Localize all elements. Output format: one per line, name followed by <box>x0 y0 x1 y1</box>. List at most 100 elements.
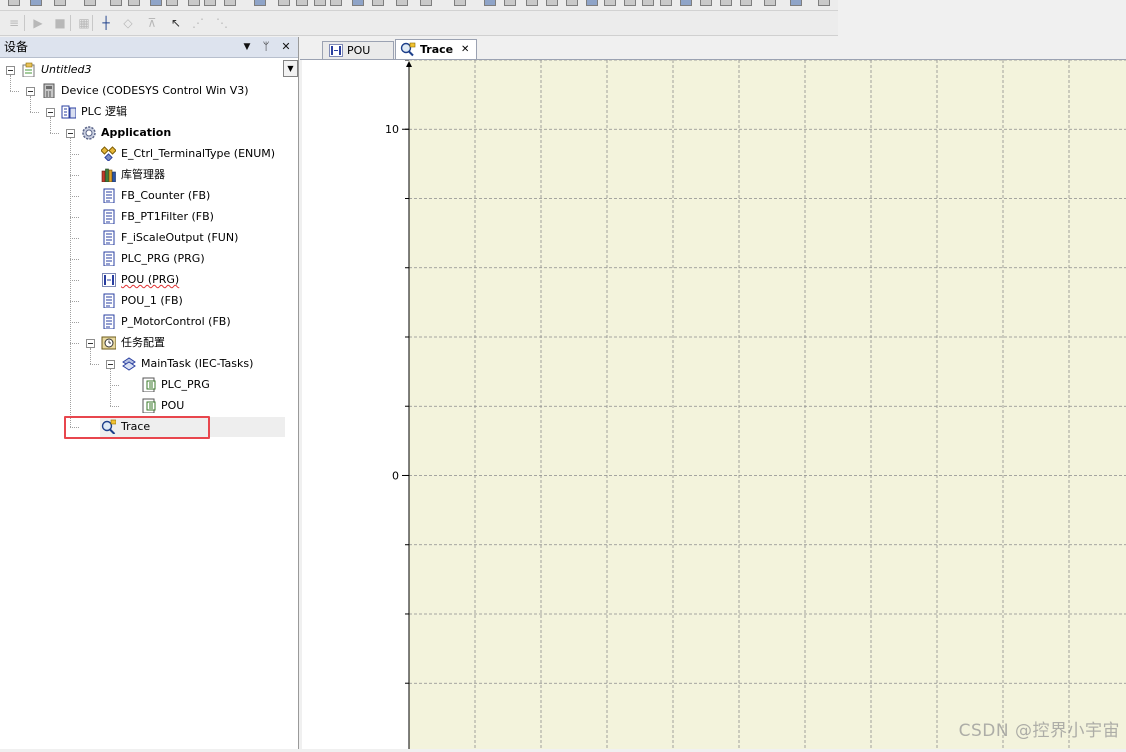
tree-item-device[interactable]: Device (CODESYS Control Win V3) <box>0 81 280 101</box>
tree-item-e-ctrl-terminaltype[interactable]: E_Ctrl_TerminalType (ENUM) <box>0 144 280 164</box>
trace-highlight-box <box>64 416 210 439</box>
debug-toolbar-icon[interactable]: ▦ <box>76 16 92 30</box>
plc-logic-icon <box>61 105 76 119</box>
toolbar-button-icon[interactable] <box>566 0 578 6</box>
toolbar-button-icon[interactable] <box>720 0 732 6</box>
debug-toolbar-icon[interactable]: ▶ <box>30 16 46 30</box>
tree-item-pou-prg[interactable]: POU (PRG) <box>0 270 280 290</box>
debug-toolbar-icon[interactable]: ↖ <box>168 16 184 30</box>
toolbar-button-icon[interactable] <box>352 0 364 6</box>
toolbar-button-icon[interactable] <box>504 0 516 6</box>
trace-icon <box>400 42 416 57</box>
device-tree: Untitled3 Device (CODESYS Control Win V3)… <box>0 37 298 749</box>
tree-item-label: F_iScaleOutput (FUN) <box>121 231 239 244</box>
y-axis-tick-label: 10 <box>385 123 399 136</box>
tree-item-plc-logic[interactable]: PLC 逻辑 <box>0 102 280 122</box>
toolbar-button-icon[interactable] <box>30 0 42 6</box>
tab-pou[interactable]: POU <box>322 41 394 59</box>
toolbar-button-icon[interactable] <box>484 0 496 6</box>
toolbar-button-icon[interactable] <box>546 0 558 6</box>
trace-chart[interactable]: 10 0 <box>302 59 1126 749</box>
tree-item-call-plc-prg[interactable]: PLC_PRG <box>0 375 280 395</box>
tree-item-label: Device (CODESYS Control Win V3) <box>61 84 249 97</box>
toolbar-button-icon[interactable] <box>396 0 408 6</box>
tree-item-plc-prg[interactable]: PLC_PRG (PRG) <box>0 249 280 269</box>
device-icon <box>43 83 55 98</box>
debug-toolbar-icon[interactable]: ┼ <box>98 16 114 30</box>
toolbar-button-icon[interactable] <box>314 0 326 6</box>
tree-item-library-manager[interactable]: 库管理器 <box>0 165 280 185</box>
tree-item-label: MainTask (IEC-Tasks) <box>141 357 254 370</box>
pou-document-icon <box>103 230 115 245</box>
toolbar-button-icon[interactable] <box>604 0 616 6</box>
plot-background <box>409 60 1126 749</box>
tree-item-call-pou[interactable]: POU <box>0 396 280 416</box>
close-tab-icon[interactable]: ✕ <box>461 41 469 59</box>
task-configuration-icon <box>101 336 116 350</box>
collapse-toggle-icon[interactable] <box>106 360 115 369</box>
collapse-toggle-icon[interactable] <box>86 339 95 348</box>
tab-trace[interactable]: Trace ✕ <box>395 39 477 59</box>
tree-item-task-config[interactable]: 任务配置 <box>0 333 280 353</box>
toolbar-button-icon[interactable] <box>278 0 290 6</box>
toolbar-button-icon[interactable] <box>420 0 432 6</box>
toolbar-button-icon[interactable] <box>204 0 216 6</box>
toolbar-button-icon[interactable] <box>128 0 140 6</box>
toolbar-button-icon[interactable] <box>700 0 712 6</box>
toolbar-button-icon[interactable] <box>166 0 178 6</box>
tree-item-maintask[interactable]: MainTask (IEC-Tasks) <box>0 354 280 374</box>
toolbar-button-icon[interactable] <box>188 0 200 6</box>
toolbar-button-icon[interactable] <box>84 0 96 6</box>
tree-item-label: FB_Counter (FB) <box>121 189 211 202</box>
tree-item-fb-pt1filter[interactable]: FB_PT1Filter (FB) <box>0 207 280 227</box>
toolbar-button-icon[interactable] <box>254 0 266 6</box>
tree-item-application[interactable]: Application <box>0 123 280 143</box>
tree-item-label: PLC_PRG <box>161 378 210 391</box>
tree-item-fb-counter[interactable]: FB_Counter (FB) <box>0 186 280 206</box>
tree-item-label: POU_1 (FB) <box>121 294 183 307</box>
debug-toolbar-icon[interactable]: ◇ <box>120 16 136 30</box>
toolbar-button-icon[interactable] <box>624 0 636 6</box>
toolbar-button-icon[interactable] <box>680 0 692 6</box>
tree-item-f-iscaleoutput[interactable]: F_iScaleOutput (FUN) <box>0 228 280 248</box>
toolbar-button-icon[interactable] <box>586 0 598 6</box>
toolbar-button-icon[interactable] <box>372 0 384 6</box>
toolbar-button-icon[interactable] <box>110 0 122 6</box>
debug-toolbar-icon[interactable]: ⊼ <box>144 16 160 30</box>
toolbar-button-icon[interactable] <box>764 0 776 6</box>
debug-toolbar-icon[interactable]: ⋱ <box>214 16 230 30</box>
toolbar-button-icon[interactable] <box>454 0 466 6</box>
pou-document-icon <box>103 188 115 203</box>
collapse-toggle-icon[interactable] <box>46 108 55 117</box>
tree-item-label: POU (PRG) <box>121 273 180 286</box>
toolbar-button-icon[interactable] <box>150 0 162 6</box>
debug-toolbar-icon[interactable]: ■ <box>52 16 68 30</box>
pou-document-icon <box>103 209 115 224</box>
toolbar-button-icon[interactable] <box>818 0 830 6</box>
tree-item-untitled3[interactable]: Untitled3 <box>0 60 280 80</box>
collapse-toggle-icon[interactable] <box>26 87 35 96</box>
tree-item-p-motorcontrol[interactable]: P_MotorControl (FB) <box>0 312 280 332</box>
toolbar-button-icon[interactable] <box>642 0 654 6</box>
toolbar-button-icon[interactable] <box>296 0 308 6</box>
toolbar-button-icon[interactable] <box>8 0 20 6</box>
toolbar-button-icon[interactable] <box>740 0 752 6</box>
toolbar-separator <box>24 15 25 31</box>
toolbar-button-icon[interactable] <box>526 0 538 6</box>
toolbar-button-icon[interactable] <box>330 0 342 6</box>
debug-toolbar-icon[interactable]: ⋰ <box>190 16 206 30</box>
toolbar-button-icon[interactable] <box>660 0 672 6</box>
collapse-toggle-icon[interactable] <box>66 129 75 138</box>
main-toolbar <box>0 0 838 11</box>
enum-icon <box>101 146 116 161</box>
toolbar-button-icon[interactable] <box>790 0 802 6</box>
watermark: CSDN @控界小宇宙 <box>958 721 1120 741</box>
tree-item-pou-1[interactable]: POU_1 (FB) <box>0 291 280 311</box>
toolbar-button-icon[interactable] <box>224 0 236 6</box>
editor-tab-strip: POU Trace ✕ <box>300 37 1126 60</box>
task-icon <box>122 357 136 371</box>
toolbar-button-icon[interactable] <box>54 0 66 6</box>
collapse-toggle-icon[interactable] <box>6 66 15 75</box>
debug-toolbar-icon[interactable]: ≡ <box>6 16 22 30</box>
tree-item-label: 库管理器 <box>121 168 165 181</box>
